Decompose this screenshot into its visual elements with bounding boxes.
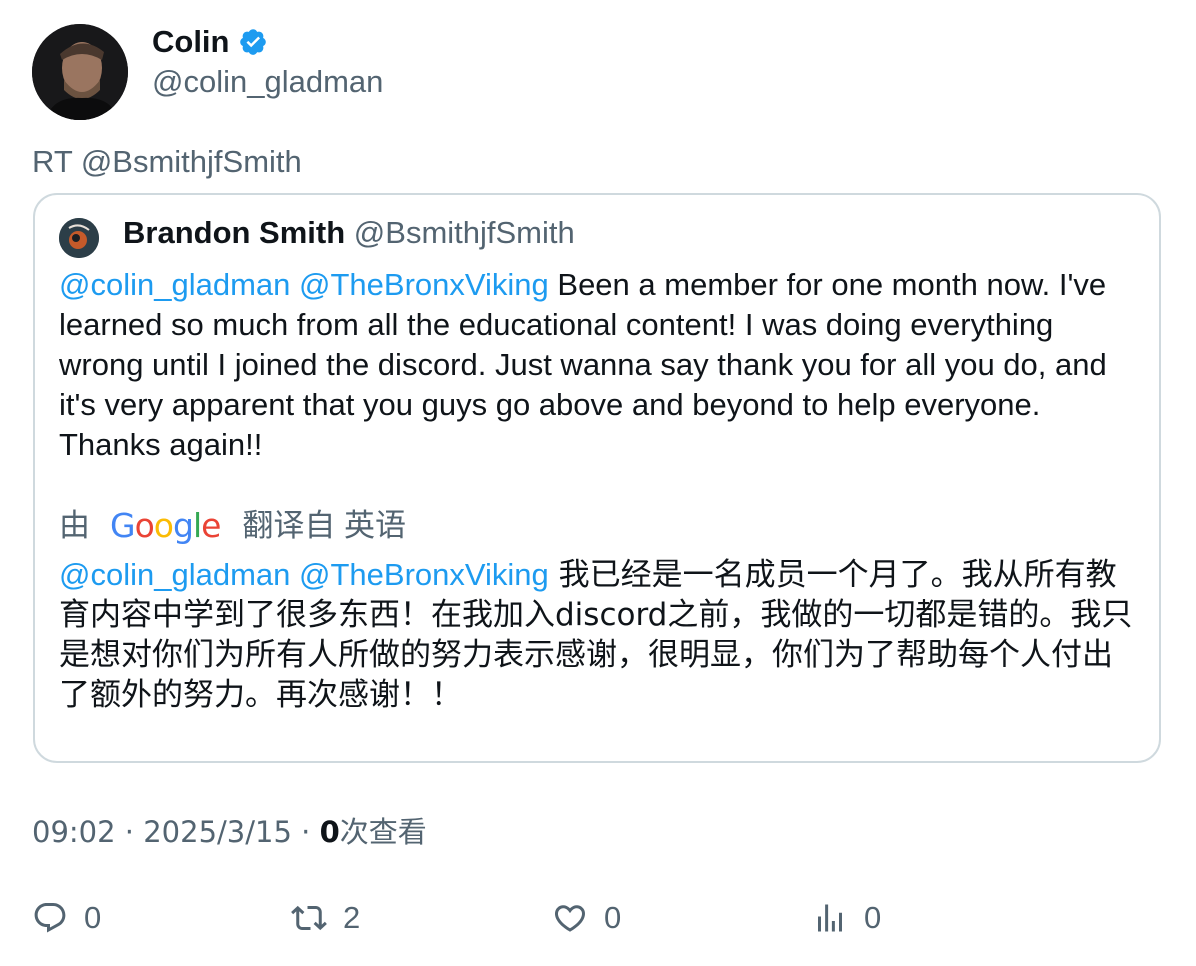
reply-count: 0 <box>84 900 102 935</box>
tweet-date[interactable]: 2025/3/15 <box>143 815 292 849</box>
quoted-author-name[interactable]: Brandon Smith <box>123 215 345 250</box>
quoted-tweet-card[interactable]: Brandon Smith @BsmithjfSmith @colin_glad… <box>33 193 1161 763</box>
tweet-meta: 09:02 · 2025/3/15 · 0次查看 <box>32 815 427 849</box>
mention-link[interactable]: @colin_gladman <box>59 267 290 302</box>
retweet-icon <box>291 900 327 936</box>
views-label: 次查看 <box>339 815 427 849</box>
reply-button[interactable]: 0 <box>32 898 101 938</box>
verified-badge-icon[interactable] <box>238 27 268 57</box>
author-avatar[interactable] <box>32 24 128 120</box>
translation-prefix: 由 <box>59 508 90 543</box>
tweet-time[interactable]: 09:02 <box>32 815 116 849</box>
author-name-row[interactable]: Colin <box>152 22 268 62</box>
translation-attribution: 由 Google 翻译自 英语 <box>59 506 406 546</box>
author-name[interactable]: Colin <box>152 22 230 62</box>
heart-icon <box>552 900 588 936</box>
translated-tweet-text: @colin_gladman @TheBronxViking 我已经是一名成员一… <box>59 555 1139 715</box>
retweet-count: 2 <box>343 900 361 935</box>
like-count: 0 <box>604 900 622 935</box>
retweet-text: RT @BsmithjfSmith <box>32 144 302 179</box>
mention-link[interactable]: @TheBronxViking <box>299 267 549 302</box>
quoted-author-avatar-image <box>59 218 99 258</box>
author-avatar-image <box>32 24 128 120</box>
translation-suffix: 翻译自 英语 <box>242 508 407 543</box>
quoted-author-avatar[interactable] <box>59 218 99 258</box>
retweet-button[interactable]: 2 <box>291 898 360 938</box>
reply-icon <box>32 900 68 936</box>
quoted-author-handle[interactable]: @BsmithjfSmith <box>354 215 575 250</box>
views-button[interactable]: 0 <box>812 898 881 938</box>
author-handle[interactable]: @colin_gladman <box>152 62 383 102</box>
quoted-author-header[interactable]: Brandon Smith @BsmithjfSmith <box>123 213 575 253</box>
bar-chart-icon <box>812 900 848 936</box>
views-count: 0 <box>319 815 340 849</box>
google-logo[interactable]: Google <box>110 506 221 546</box>
views-action-count: 0 <box>864 900 882 935</box>
mention-link[interactable]: @colin_gladman <box>59 557 290 592</box>
quoted-tweet-text: @colin_gladman @TheBronxViking Been a me… <box>59 265 1139 465</box>
like-button[interactable]: 0 <box>552 898 621 938</box>
mention-link[interactable]: @TheBronxViking <box>299 557 549 592</box>
